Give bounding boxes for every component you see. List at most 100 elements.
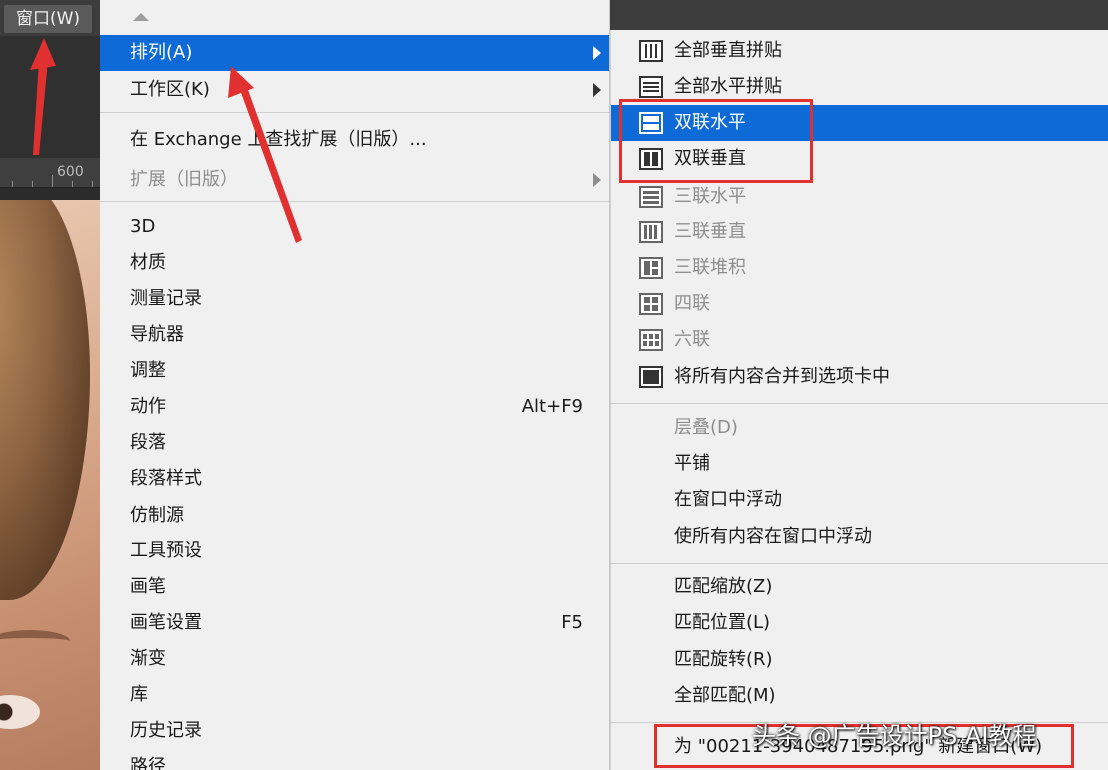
menu-item-paragraph[interactable]: 段落 — [100, 425, 609, 461]
submenu-item-three-up-horizontal: 三联水平 — [611, 179, 1108, 215]
menu-item-paths[interactable]: 路径 — [100, 749, 609, 770]
menu-item-label: 渐变 — [130, 648, 166, 669]
consolidate-tabs-icon — [639, 366, 663, 388]
menu-separator — [611, 563, 1108, 564]
submenu-item-float-in-window[interactable]: 在窗口中浮动 — [611, 482, 1108, 518]
menu-separator — [100, 201, 609, 202]
menu-item-label: 导航器 — [130, 324, 184, 345]
watermark-text: 头条 @广告设计PS AI教程 — [752, 722, 1037, 750]
menu-item-label: 材质 — [130, 252, 166, 273]
menu-item-find-extensions[interactable]: 在 Exchange 上查找扩展（旧版）... — [100, 122, 609, 158]
submenu-item-match-zoom[interactable]: 匹配缩放(Z) — [611, 569, 1108, 605]
menu-item-label: 库 — [130, 684, 148, 705]
photo-eye — [0, 695, 40, 729]
menu-item-3d[interactable]: 3D — [100, 209, 609, 245]
submenu-item-match-rotation[interactable]: 匹配旋转(R) — [611, 642, 1108, 678]
menu-item-label: 扩展（旧版） — [130, 169, 238, 190]
submenu-item-match-all[interactable]: 全部匹配(M) — [611, 678, 1108, 714]
ruler-tick — [12, 181, 13, 187]
tile-all-vertical-icon — [639, 40, 663, 62]
submenu-item-six-up: 六联 — [611, 322, 1108, 358]
ruler-tick — [32, 181, 33, 187]
photo-eyebrow — [0, 630, 70, 652]
menu-separator — [100, 112, 609, 113]
four-up-icon — [639, 293, 663, 315]
window-dropdown-menu: 排列(A) 工作区(K) 在 Exchange 上查找扩展（旧版）... 扩展（… — [100, 0, 610, 770]
submenu-item-three-up-vertical: 三联垂直 — [611, 214, 1108, 250]
menu-item-paragraph-styles[interactable]: 段落样式 — [100, 461, 609, 497]
menu-item-shortcut: F5 — [561, 612, 583, 633]
submenu-item-label: 使所有内容在窗口中浮动 — [674, 526, 872, 547]
menu-item-arrange[interactable]: 排列(A) — [100, 35, 609, 71]
submenu-item-four-up: 四联 — [611, 286, 1108, 322]
horizontal-ruler: 600 — [0, 158, 100, 188]
submenu-arrow-icon — [593, 46, 601, 60]
menu-item-shortcut: Alt+F9 — [521, 396, 583, 417]
menu-item-extensions-legacy: 扩展（旧版） — [100, 162, 609, 198]
three-up-vertical-icon — [639, 221, 663, 243]
submenu-item-label: 四联 — [674, 293, 710, 314]
menu-item-label: 画笔设置 — [130, 612, 202, 633]
menu-item-materials[interactable]: 材质 — [100, 245, 609, 281]
three-up-stacked-icon — [639, 257, 663, 279]
submenu-item-match-location[interactable]: 匹配位置(L) — [611, 605, 1108, 641]
menu-item-label: 画笔 — [130, 576, 166, 597]
menu-item-brushes[interactable]: 画笔 — [100, 569, 609, 605]
photo-hair — [0, 200, 90, 600]
submenu-item-tile[interactable]: 平铺 — [611, 446, 1108, 482]
menu-item-brush-settings[interactable]: 画笔设置 F5 — [100, 605, 609, 641]
annotation-box-two-up — [619, 99, 813, 183]
scroll-up-arrow-icon[interactable] — [133, 13, 149, 21]
submenu-item-three-up-stacked: 三联堆积 — [611, 250, 1108, 286]
menu-item-actions[interactable]: 动作 Alt+F9 — [100, 389, 609, 425]
menu-item-tool-presets[interactable]: 工具预设 — [100, 533, 609, 569]
menu-item-adjustments[interactable]: 调整 — [100, 353, 609, 389]
menu-item-label: 动作 — [130, 396, 166, 417]
menu-item-label: 调整 — [130, 360, 166, 381]
menu-item-measurement-log[interactable]: 测量记录 — [100, 281, 609, 317]
menu-item-label: 仿制源 — [130, 505, 184, 526]
canvas-photo — [0, 200, 100, 770]
menu-item-gradients[interactable]: 渐变 — [100, 641, 609, 677]
six-up-icon — [639, 329, 663, 351]
menu-item-label: 测量记录 — [130, 288, 202, 309]
menu-item-label: 在 Exchange 上查找扩展（旧版）... — [130, 129, 427, 150]
ruler-tick — [52, 175, 53, 187]
tile-all-horizontal-icon — [639, 76, 663, 98]
menu-item-label: 排列(A) — [130, 42, 193, 63]
submenu-item-label: 三联堆积 — [674, 257, 746, 278]
menu-item-history[interactable]: 历史记录 — [100, 713, 609, 749]
menu-item-label: 段落样式 — [130, 468, 202, 489]
submenu-arrow-icon — [593, 83, 601, 97]
submenu-item-consolidate-to-tabs[interactable]: 将所有内容合并到选项卡中 — [611, 359, 1108, 395]
window-menu[interactable]: 窗口(W) — [4, 5, 92, 33]
menu-item-navigator[interactable]: 导航器 — [100, 317, 609, 353]
menu-item-libraries[interactable]: 库 — [100, 677, 609, 713]
menu-item-label: 3D — [130, 216, 156, 237]
submenu-item-label: 将所有内容合并到选项卡中 — [674, 366, 890, 387]
submenu-item-label: 六联 — [674, 329, 710, 350]
submenu-item-label: 平铺 — [674, 453, 710, 474]
ruler-tick — [72, 181, 73, 187]
menu-item-workspace[interactable]: 工作区(K) — [100, 72, 609, 108]
submenu-item-cascade: 层叠(D) — [611, 410, 1108, 446]
three-up-horizontal-icon — [639, 186, 663, 208]
menu-separator — [611, 403, 1108, 404]
ruler-tick — [92, 181, 93, 187]
submenu-item-label: 在窗口中浮动 — [674, 489, 782, 510]
menu-item-label: 工作区(K) — [130, 79, 210, 100]
menu-item-label: 历史记录 — [130, 720, 202, 741]
menu-item-label: 段落 — [130, 432, 166, 453]
submenu-item-label: 三联垂直 — [674, 221, 746, 242]
menu-item-clone-source[interactable]: 仿制源 — [100, 498, 609, 534]
submenu-item-float-all-in-windows[interactable]: 使所有内容在窗口中浮动 — [611, 519, 1108, 555]
submenu-item-label: 层叠(D) — [674, 417, 738, 438]
submenu-arrow-icon — [593, 173, 601, 187]
submenu-item-label: 三联水平 — [674, 186, 746, 207]
submenu-item-tile-all-vertically[interactable]: 全部垂直拼贴 — [611, 33, 1108, 69]
submenu-item-label: 匹配缩放(Z) — [674, 576, 773, 597]
submenu-item-label: 匹配位置(L) — [674, 612, 771, 633]
submenu-item-label: 全部匹配(M) — [674, 685, 776, 706]
options-bar-area — [0, 36, 100, 158]
menu-item-label: 工具预设 — [130, 540, 202, 561]
